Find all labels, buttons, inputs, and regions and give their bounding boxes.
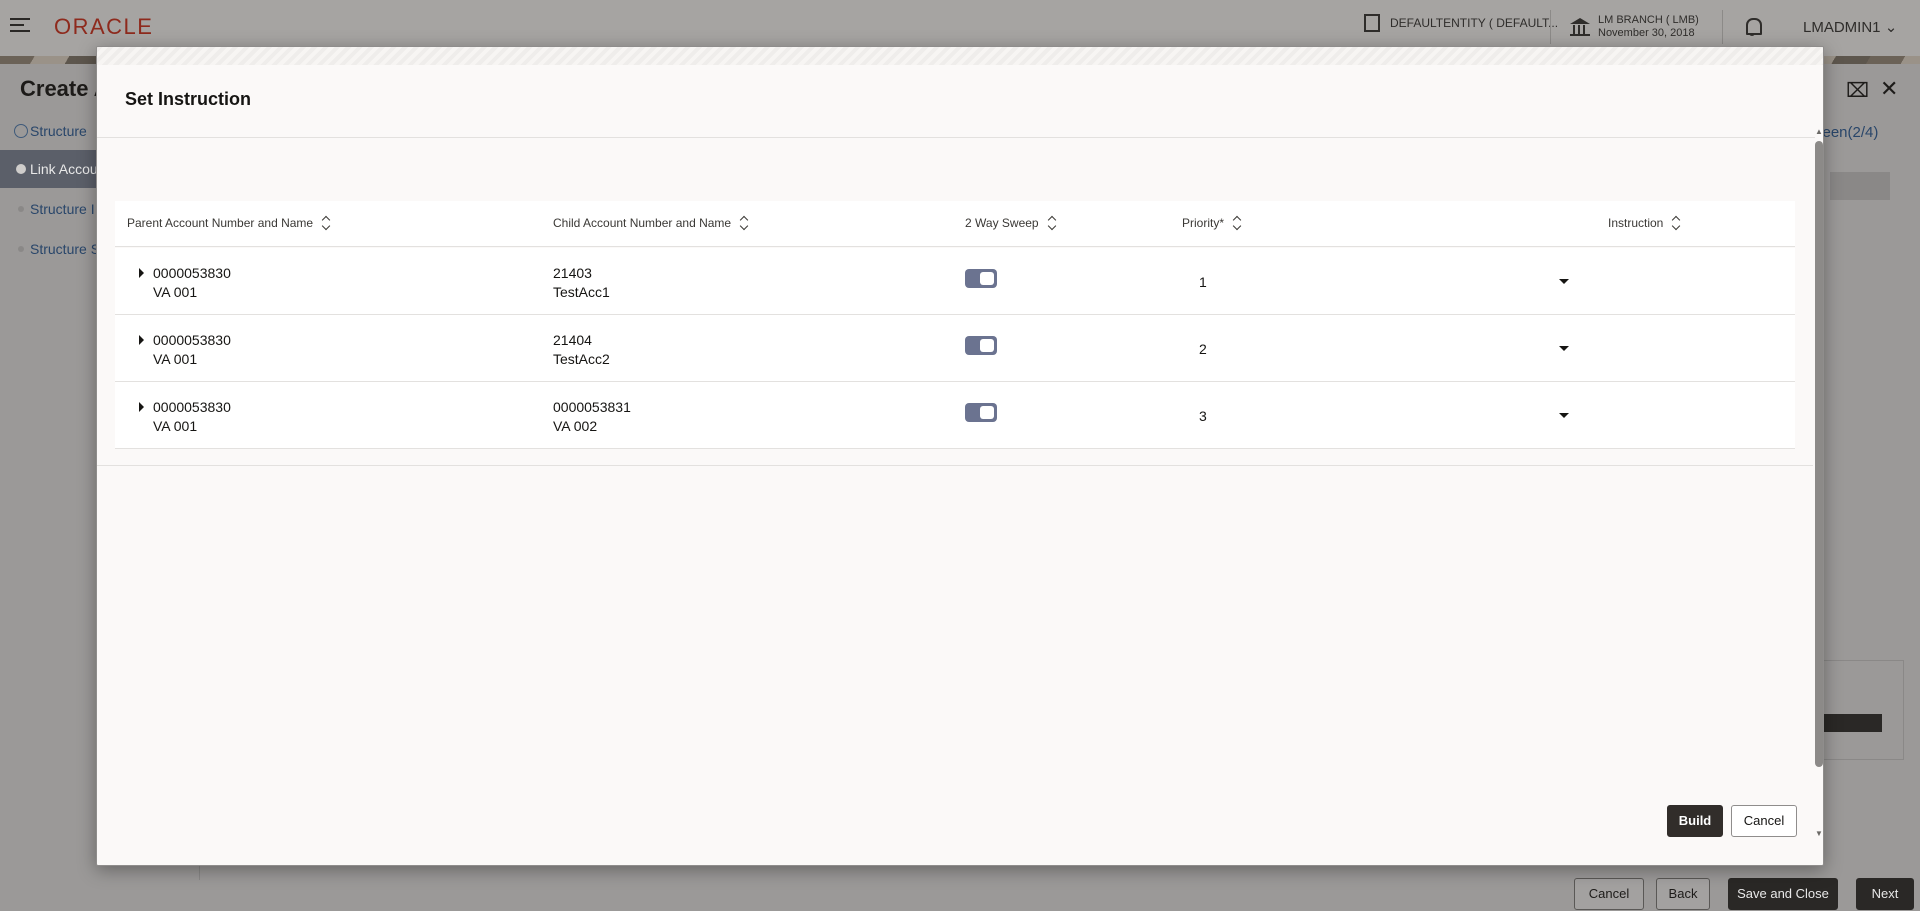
expand-row-icon[interactable] bbox=[139, 268, 144, 278]
scroll-thumb[interactable] bbox=[1815, 141, 1823, 767]
table-header: Parent Account Number and Name Child Acc… bbox=[115, 201, 1795, 247]
placeholder-bar bbox=[1830, 172, 1890, 200]
instruction-dropdown-icon[interactable] bbox=[1559, 346, 1569, 351]
user-menu[interactable]: LMADMIN1 ⌄ bbox=[1803, 18, 1897, 36]
child-account-name: TestAcc1 bbox=[553, 284, 610, 300]
two-way-sweep-toggle[interactable] bbox=[965, 336, 997, 355]
parent-account: 0000053830 VA 001 bbox=[153, 331, 231, 369]
sort-icon[interactable] bbox=[323, 217, 331, 229]
table-row: 0000053830 VA 001 21404 TestAcc2 2 bbox=[115, 315, 1795, 382]
child-account-number: 21404 bbox=[553, 332, 592, 348]
step-dot-icon bbox=[18, 206, 24, 212]
parent-account: 0000053830 VA 001 bbox=[153, 398, 231, 436]
toggle-knob bbox=[980, 272, 994, 285]
instruction-dropdown-icon[interactable] bbox=[1559, 279, 1569, 284]
entity-selector[interactable]: DEFAULTENTITY ( DEFAULT... bbox=[1364, 14, 1558, 32]
child-account-name: VA 002 bbox=[553, 418, 598, 434]
menu-icon[interactable] bbox=[10, 18, 30, 34]
close-icon[interactable]: ✕ bbox=[1880, 76, 1898, 102]
instruction-table-container: Parent Account Number and Name Child Acc… bbox=[97, 138, 1813, 466]
divider bbox=[1722, 10, 1723, 44]
two-way-sweep-toggle[interactable] bbox=[965, 269, 997, 288]
child-account: 0000053831 VA 002 bbox=[553, 398, 631, 436]
scroll-down-icon[interactable]: ▼ bbox=[1815, 829, 1823, 838]
branch-date: November 30, 2018 bbox=[1598, 27, 1695, 39]
priority-value[interactable]: 2 bbox=[1199, 341, 1207, 357]
sort-icon[interactable] bbox=[1234, 217, 1242, 229]
two-way-sweep-toggle[interactable] bbox=[965, 403, 997, 422]
side-panel bbox=[1820, 660, 1904, 760]
entity-label: DEFAULTENTITY ( DEFAULT... bbox=[1390, 16, 1559, 30]
bell-icon[interactable] bbox=[1744, 18, 1762, 36]
scroll-up-icon[interactable]: ▲ bbox=[1815, 127, 1823, 136]
instruction-dropdown-icon[interactable] bbox=[1559, 413, 1569, 418]
sort-icon[interactable] bbox=[1049, 217, 1057, 229]
branch-selector[interactable]: LM BRANCH ( LMB) November 30, 2018 bbox=[1570, 14, 1699, 40]
dialog-scrollbar[interactable]: ▲ ▼ bbox=[1813, 127, 1823, 839]
expand-row-icon[interactable] bbox=[139, 402, 144, 412]
branch-name: LM BRANCH ( LMB) bbox=[1598, 14, 1699, 26]
check-icon bbox=[14, 124, 28, 138]
bank-icon bbox=[1570, 18, 1590, 36]
column-header-priority[interactable]: Priority* bbox=[1182, 216, 1242, 230]
child-account: 21404 TestAcc2 bbox=[553, 331, 610, 369]
column-header-parent[interactable]: Parent Account Number and Name bbox=[127, 216, 331, 230]
child-account-name: TestAcc2 bbox=[553, 351, 610, 367]
child-account-number: 0000053831 bbox=[553, 399, 631, 415]
oracle-logo: ORACLE bbox=[54, 14, 154, 39]
user-name: LMADMIN1 bbox=[1803, 19, 1881, 36]
collapse-icon[interactable]: ⌧ bbox=[1846, 78, 1869, 103]
side-panel-bar bbox=[1822, 714, 1882, 732]
parent-account: 0000053830 VA 001 bbox=[153, 264, 231, 302]
child-account: 21403 TestAcc1 bbox=[553, 264, 610, 302]
expand-row-icon[interactable] bbox=[139, 335, 144, 345]
parent-account-name: VA 001 bbox=[153, 418, 198, 434]
dialog-title: Set Instruction bbox=[125, 89, 252, 109]
step-dot-icon bbox=[16, 164, 26, 174]
step-dot-icon bbox=[18, 246, 24, 252]
priority-value[interactable]: 1 bbox=[1199, 274, 1207, 290]
footer-cancel-button[interactable]: Cancel bbox=[1574, 878, 1644, 910]
divider bbox=[1550, 10, 1551, 44]
dialog-header-pattern bbox=[97, 47, 1823, 65]
set-instruction-dialog: Set Instruction Parent Account Number an… bbox=[96, 46, 1824, 866]
footer-back-button[interactable]: Back bbox=[1656, 878, 1710, 910]
footer-next-button[interactable]: Next bbox=[1856, 878, 1914, 910]
column-header-two-way-sweep[interactable]: 2 Way Sweep bbox=[965, 216, 1057, 230]
sort-icon[interactable] bbox=[741, 217, 749, 229]
parent-account-number: 0000053830 bbox=[153, 399, 231, 415]
chevron-down-icon: ⌄ bbox=[1884, 19, 1898, 36]
parent-account-name: VA 001 bbox=[153, 351, 198, 367]
build-button[interactable]: Build bbox=[1667, 805, 1723, 837]
table-row: 0000053830 VA 001 0000053831 VA 002 3 bbox=[115, 382, 1795, 449]
parent-account-number: 0000053830 bbox=[153, 332, 231, 348]
column-header-instruction[interactable]: Instruction bbox=[1608, 216, 1681, 230]
building-icon bbox=[1364, 14, 1380, 32]
column-header-child[interactable]: Child Account Number and Name bbox=[553, 216, 749, 230]
toggle-knob bbox=[980, 339, 994, 352]
priority-value[interactable]: 3 bbox=[1199, 408, 1207, 424]
footer-save-close-button[interactable]: Save and Close bbox=[1728, 878, 1838, 910]
parent-account-name: VA 001 bbox=[153, 284, 198, 300]
parent-account-number: 0000053830 bbox=[153, 265, 231, 281]
child-account-number: 21403 bbox=[553, 265, 592, 281]
sort-icon[interactable] bbox=[1673, 217, 1681, 229]
toggle-knob bbox=[980, 406, 994, 419]
table-row: 0000053830 VA 001 21403 TestAcc1 1 bbox=[115, 248, 1795, 315]
cancel-button[interactable]: Cancel bbox=[1731, 805, 1797, 837]
